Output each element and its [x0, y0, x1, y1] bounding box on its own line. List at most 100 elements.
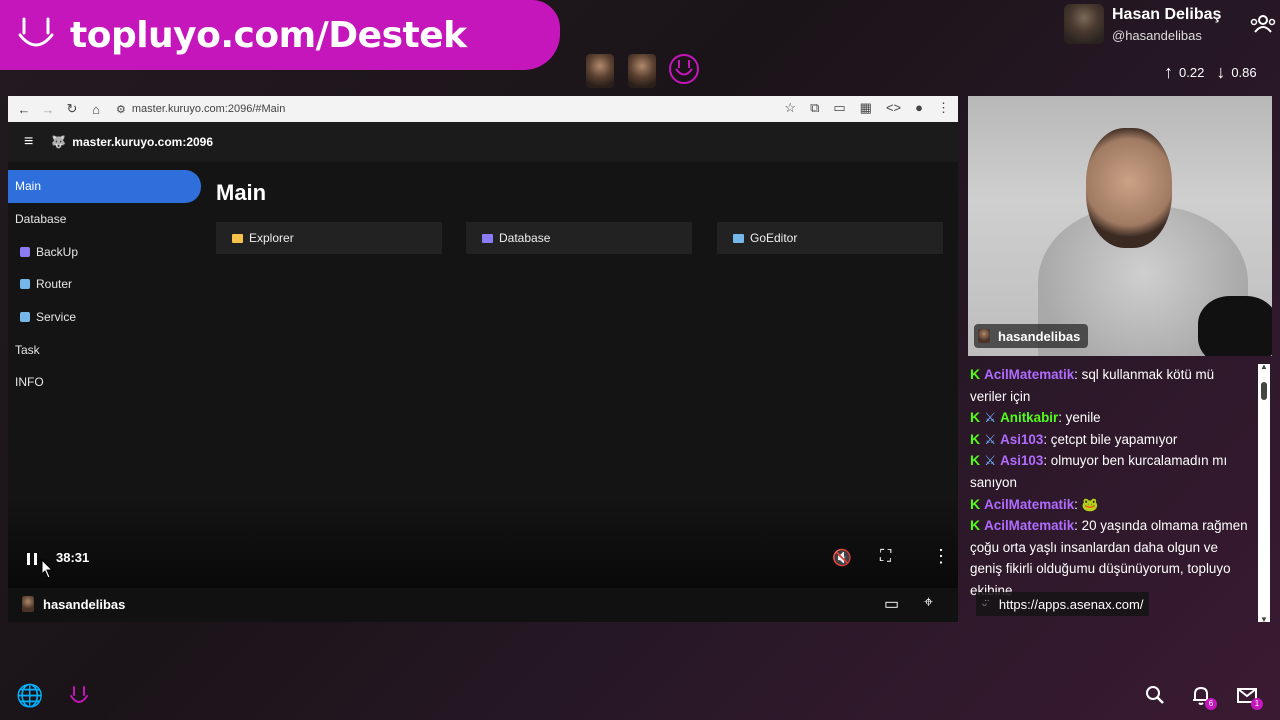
fullscreen-icon[interactable]: ⛶: [880, 548, 891, 566]
devtools-icon[interactable]: <>: [886, 100, 901, 116]
sidebar-item-main[interactable]: Main: [8, 170, 201, 203]
sword-badge-icon: ⚔: [984, 453, 997, 469]
sidebar-item-database[interactable]: Database: [8, 203, 208, 236]
download-value: 0.86: [1231, 65, 1257, 80]
chat-separator: :: [1074, 518, 1082, 534]
chat-username[interactable]: AcilMatematik: [984, 367, 1074, 382]
player-controls: 38:31 🔇 ⛶ ⋮: [8, 544, 958, 579]
more-menu-icon[interactable]: ⋮: [937, 100, 950, 116]
chat-username[interactable]: Asi103: [1000, 453, 1043, 468]
chat-separator: :: [1043, 431, 1051, 447]
chat-message: K ⚔ Asi103: çetcpt bile yapamıyor: [970, 429, 1252, 451]
card-database[interactable]: Database: [466, 222, 692, 254]
chat-link[interactable]: ᵕ̈ https://apps.asenax.com/: [976, 592, 1150, 616]
extensions-icon[interactable]: ⧉: [810, 100, 819, 116]
messages-button[interactable]: 1: [1236, 684, 1263, 710]
webcam-face: [1086, 128, 1172, 248]
account-icon[interactable]: ●: [915, 100, 923, 116]
playback-time: 38:31: [56, 550, 90, 565]
chat-message: K AcilMatematik: 20 yaşında olmama rağmen…: [970, 515, 1252, 601]
chat-text: çetcpt bile yapamıyor: [1050, 431, 1178, 447]
search-icon[interactable]: [1144, 684, 1166, 706]
hamburger-icon[interactable]: ≡: [24, 133, 33, 151]
sidebar-item-label: Service: [36, 310, 77, 325]
chat-username[interactable]: Asi103: [1000, 432, 1043, 447]
mail-count: 1: [1251, 698, 1263, 710]
globe-icon[interactable]: 🌐: [16, 684, 43, 708]
chat-text: 🐸: [1081, 496, 1099, 512]
kick-badge-icon: K: [970, 517, 981, 534]
sidebar-item-info[interactable]: INFO: [8, 366, 208, 399]
upload-value: 0.22: [1179, 65, 1205, 80]
home-icon[interactable]: ⌂: [84, 102, 108, 117]
chat-message: K ⚔ Asi103: olmuyor ben kurcalamadın mı sa…: [970, 450, 1252, 493]
card-goeditor[interactable]: GoEditor: [717, 222, 943, 254]
avatar[interactable]: [1064, 4, 1104, 44]
sidebar-item-label: Router: [36, 277, 73, 292]
kick-badge-icon: K: [970, 366, 981, 382]
forward-icon[interactable]: →: [36, 102, 60, 117]
sidebar-item-label: Database: [15, 212, 67, 227]
webcam-label: hasandelibas: [974, 324, 1089, 348]
back-icon[interactable]: ←: [12, 102, 36, 117]
theater-mode-icon[interactable]: ▭: [884, 594, 899, 614]
network-stats: ↑ 0.22 ↓ 0.86: [1164, 62, 1257, 83]
chat-username[interactable]: Anitkabir: [1000, 410, 1058, 425]
arrow-up-icon: ↑: [1164, 62, 1173, 82]
folder-icon: [232, 233, 243, 243]
chat-scrollbar[interactable]: ▲ ▼: [1258, 362, 1270, 624]
backup-icon: [20, 246, 30, 257]
chat-username[interactable]: AcilMatematik: [984, 518, 1074, 533]
profile-header[interactable]: Hasan Delibaş @hasandelibas: [1064, 4, 1280, 52]
kick-badge-icon: K: [970, 409, 981, 426]
profile-handle: @hasandelibas: [1112, 28, 1202, 43]
users-icon[interactable]: [1250, 14, 1276, 34]
chat-separator: :: [1074, 496, 1082, 512]
sidebar-item-task[interactable]: Task: [8, 333, 208, 366]
scroll-down-icon[interactable]: ▼: [1260, 615, 1268, 624]
apps-icon[interactable]: ▦: [860, 100, 872, 116]
app-header: ≡ 🐺 master.kuruyo.com:2096: [8, 122, 958, 162]
more-options-icon[interactable]: ⋮: [932, 546, 950, 567]
muted-icon[interactable]: 🔇: [832, 548, 852, 568]
promo-banner[interactable]: topluyo.com/Destek: [0, 0, 560, 70]
chat-link-text: https://apps.asenax.com/: [998, 596, 1144, 612]
database-icon: [482, 233, 493, 243]
browser-toolbar: ← → ↻ ⌂ ⚙ master.kuruyo.com:2096/#Main ☆…: [8, 96, 958, 122]
sidebar-item-backup[interactable]: BackUp: [8, 235, 208, 268]
chat-username[interactable]: AcilMatematik: [984, 497, 1074, 512]
card-explorer[interactable]: Explorer: [216, 222, 442, 254]
scrollbar-thumb[interactable]: [1261, 382, 1267, 400]
smile-logo-icon: [18, 17, 54, 47]
scroll-up-icon[interactable]: ▲: [1260, 362, 1268, 371]
page-title: Main: [216, 180, 267, 205]
reload-icon[interactable]: ↻: [60, 101, 84, 117]
app-title: master.kuruyo.com:2096: [72, 135, 214, 149]
site-info-icon[interactable]: ⚙: [116, 103, 126, 116]
sidebar-item-label: BackUp: [36, 244, 79, 259]
sidebar-item-router[interactable]: Router: [8, 268, 208, 301]
notification-count: 6: [1205, 698, 1217, 710]
kick-badge-icon: K: [970, 430, 981, 447]
pause-icon[interactable]: [26, 552, 38, 566]
dock-left: 🌐: [16, 684, 91, 708]
sidebar-item-service[interactable]: Service: [8, 301, 208, 334]
mouse-cursor-icon: [41, 558, 54, 579]
app-logo-icon: 🐺: [51, 135, 67, 149]
arrow-down-icon: ↓: [1216, 62, 1226, 82]
stream-video[interactable]: ← → ↻ ⌂ ⚙ master.kuruyo.com:2096/#Main ☆…: [8, 96, 958, 622]
avatar: [978, 329, 990, 343]
sidebar-item-label: INFO: [15, 375, 44, 390]
screenshot-icon[interactable]: ⌖: [924, 594, 933, 612]
address-bar[interactable]: ⚙ master.kuruyo.com:2096/#Main: [116, 103, 285, 116]
sidebar-item-label: Task: [15, 342, 40, 357]
chat-message: K AcilMatematik: 🐸: [970, 494, 1252, 516]
topluyo-logo-icon[interactable]: [67, 684, 91, 708]
star-icon[interactable]: ☆: [784, 100, 796, 116]
reading-mode-icon[interactable]: ▭: [833, 100, 845, 116]
sword-badge-icon: ⚔: [984, 410, 997, 426]
banner-text: topluyo.com/Destek: [70, 14, 467, 56]
notifications-button[interactable]: 6: [1190, 684, 1217, 710]
kick-badge-icon: K: [970, 452, 981, 469]
url-text: master.kuruyo.com:2096/#Main: [131, 103, 286, 115]
